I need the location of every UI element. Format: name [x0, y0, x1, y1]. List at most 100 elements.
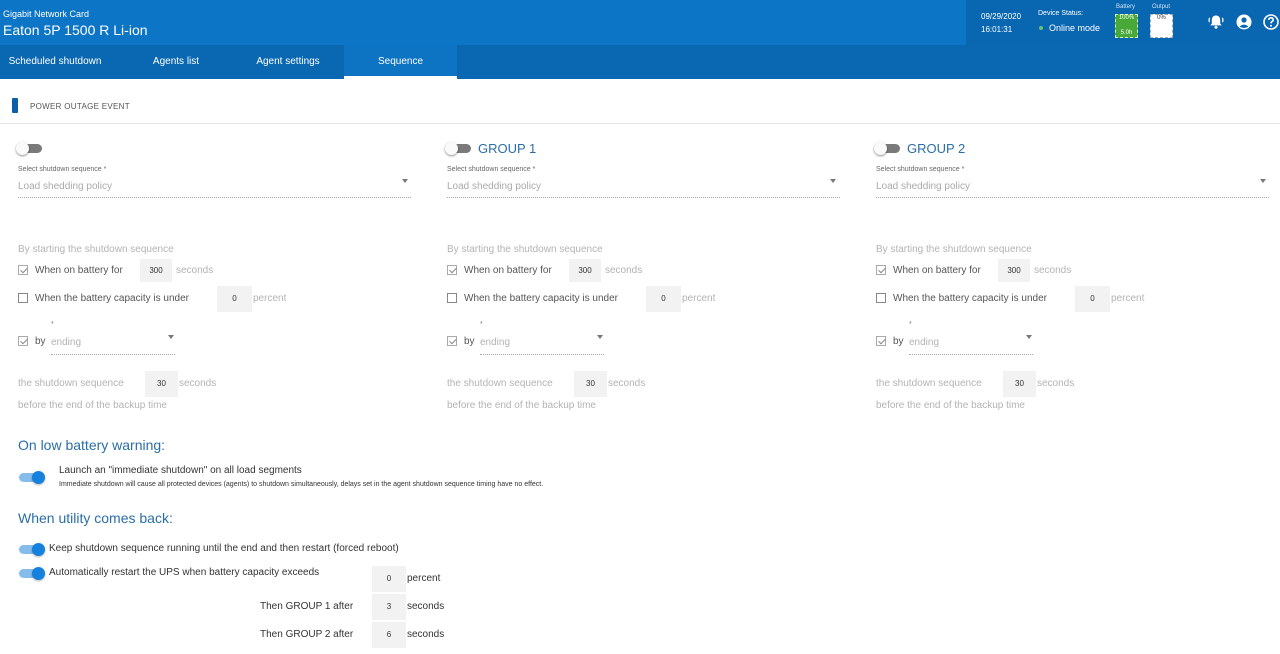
- group-1-select-label: Select shutdown sequence *: [447, 166, 536, 173]
- group-1-on-battery-checkbox[interactable]: [447, 265, 457, 275]
- immediate-shutdown-toggle[interactable]: [17, 471, 45, 484]
- group-1-capacity-label: When the battery capacity is under: [464, 293, 618, 304]
- output-percent: 0%: [1157, 15, 1166, 21]
- group-1-start-heading: By starting the shutdown sequence: [447, 244, 603, 255]
- group-0-capacity-unit: percent: [253, 293, 287, 304]
- keep-sequence-toggle[interactable]: [17, 543, 45, 556]
- group-1-required-mark: *: [480, 321, 483, 328]
- group-0-backup-text: before the end of the backup time: [18, 400, 167, 411]
- group-1-chevron-down-icon[interactable]: [830, 179, 836, 183]
- battery-label: Battery: [1116, 4, 1136, 10]
- group-2-required-mark: *: [909, 321, 912, 328]
- group-1-on-battery-label: When on battery for: [464, 265, 552, 276]
- online-dot-icon: [1039, 26, 1043, 30]
- group-0-on-battery-input[interactable]: 300: [140, 259, 172, 282]
- group-1-capacity-unit: percent: [682, 293, 716, 304]
- immediate-shutdown-note: Immediate shutdown will cause all protec…: [59, 481, 544, 488]
- group-1-on-battery-input[interactable]: 300: [569, 259, 601, 282]
- group-0-chevron-down-icon[interactable]: [402, 179, 408, 183]
- group1-delay-input[interactable]: 3: [372, 594, 406, 620]
- group-2-capacity-unit: percent: [1111, 293, 1145, 304]
- group-0-capacity-checkbox[interactable]: [18, 293, 28, 303]
- output-label: Output: [1152, 4, 1171, 10]
- group-2-by-checkbox[interactable]: [876, 336, 886, 346]
- group-0-on-battery-checkbox[interactable]: [18, 265, 28, 275]
- group-1-seq-label: the shutdown sequence: [447, 378, 553, 389]
- group-0-by-select-underline: [51, 354, 175, 355]
- group-0-required-mark: *: [51, 321, 54, 328]
- group-0-by-checkbox[interactable]: [18, 336, 28, 346]
- auto-restart-toggle[interactable]: [17, 567, 45, 580]
- group-2-select-label: Select shutdown sequence *: [876, 166, 965, 173]
- group-0-seq-input[interactable]: 30: [145, 371, 178, 397]
- group-1-seq-input[interactable]: 30: [574, 371, 607, 397]
- help-icon[interactable]: [1262, 13, 1280, 31]
- group-2-chevron-down-icon[interactable]: [1260, 179, 1266, 183]
- group-1-by-checkbox[interactable]: [447, 336, 457, 346]
- group-2-seq-unit: seconds: [1037, 378, 1075, 389]
- group-2-capacity-input[interactable]: 0: [1075, 286, 1110, 312]
- bell-icon[interactable]: [1207, 13, 1225, 31]
- group-0-capacity-input[interactable]: 0: [217, 286, 252, 312]
- group-2-capacity-label: When the battery capacity is under: [893, 293, 1047, 304]
- group-0-select-value[interactable]: Load shedding policy: [18, 181, 112, 192]
- group-1-capacity-input[interactable]: 0: [646, 286, 681, 312]
- event-label: POWER OUTAGE EVENT: [30, 102, 130, 111]
- status-time: 16:01:31: [981, 25, 1013, 34]
- group-0-on-battery-unit: seconds: [176, 265, 214, 276]
- group-1-by-chevron-down-icon[interactable]: [597, 335, 603, 339]
- tab-agent-settings[interactable]: Agent settings: [240, 45, 336, 79]
- group-1-capacity-checkbox[interactable]: [447, 293, 457, 303]
- group-0-by-label: by: [35, 336, 46, 347]
- utility-back-title: When utility comes back:: [18, 510, 173, 526]
- group-2-on-battery-unit: seconds: [1034, 265, 1072, 276]
- group-2-toggle[interactable]: [874, 142, 902, 155]
- keep-sequence-label: Keep shutdown sequence running until the…: [49, 543, 399, 554]
- group-0-by-chevron-down-icon[interactable]: [168, 335, 174, 339]
- group-2-by-select-underline: [909, 354, 1033, 355]
- group-2-by-label: by: [893, 336, 904, 347]
- group-1-select-value[interactable]: Load shedding policy: [447, 181, 541, 192]
- group-1-by-select-value[interactable]: ending: [480, 337, 510, 348]
- group-0-seq-unit: seconds: [179, 378, 217, 389]
- group2-delay-input[interactable]: 6: [372, 622, 406, 648]
- status-date: 09/29/2020: [981, 12, 1022, 21]
- auto-restart-input[interactable]: 0: [372, 566, 406, 592]
- group-2-seq-input[interactable]: 30: [1003, 371, 1036, 397]
- user-icon[interactable]: [1235, 13, 1253, 31]
- auto-restart-label: Automatically restart the UPS when batte…: [49, 567, 320, 578]
- group-0-capacity-label: When the battery capacity is under: [35, 293, 189, 304]
- group-2-select-underline: [876, 197, 1269, 198]
- device-status-value: Online mode: [1049, 23, 1101, 33]
- group-2-by-chevron-down-icon[interactable]: [1026, 335, 1032, 339]
- group-1-seq-unit: seconds: [608, 378, 646, 389]
- device-subtitle: Gigabit Network Card: [3, 9, 90, 19]
- group-0-by-select-value[interactable]: ending: [51, 337, 81, 348]
- event-header: [0, 92, 1280, 124]
- group-2-select-value[interactable]: Load shedding policy: [876, 181, 970, 192]
- group1-delay-unit: seconds: [407, 601, 445, 612]
- battery-icon: [12, 98, 18, 113]
- group-1-by-label: by: [464, 336, 475, 347]
- group-2-on-battery-label: When on battery for: [893, 265, 981, 276]
- group-1-title: GROUP 1: [478, 141, 537, 156]
- immediate-shutdown-label: Launch an "immediate shutdown" on all lo…: [59, 465, 302, 476]
- tab-agents-list[interactable]: Agents list: [130, 45, 222, 79]
- low-battery-title: On low battery warning:: [18, 437, 166, 453]
- group-2-by-select-value[interactable]: ending: [909, 337, 939, 348]
- group-1-backup-text: before the end of the backup time: [447, 400, 596, 411]
- group-0-toggle[interactable]: [16, 142, 44, 155]
- group-1-toggle[interactable]: [445, 142, 473, 155]
- group-2-on-battery-input[interactable]: 300: [998, 259, 1030, 282]
- group-1-select-underline: [447, 197, 840, 198]
- group-1-on-battery-unit: seconds: [605, 265, 643, 276]
- device-status-label: Device Status:: [1038, 10, 1084, 17]
- group-0-on-battery-label: When on battery for: [35, 265, 123, 276]
- device-title: Eaton 5P 1500 R Li-ion: [3, 22, 148, 38]
- tab-scheduled-shutdown[interactable]: Scheduled shutdown: [0, 45, 110, 79]
- group-2-on-battery-checkbox[interactable]: [876, 265, 886, 275]
- group-2-capacity-checkbox[interactable]: [876, 293, 886, 303]
- tab-sequence[interactable]: Sequence: [344, 45, 457, 79]
- group-2-seq-label: the shutdown sequence: [876, 378, 982, 389]
- group-2-title: GROUP 2: [907, 141, 966, 156]
